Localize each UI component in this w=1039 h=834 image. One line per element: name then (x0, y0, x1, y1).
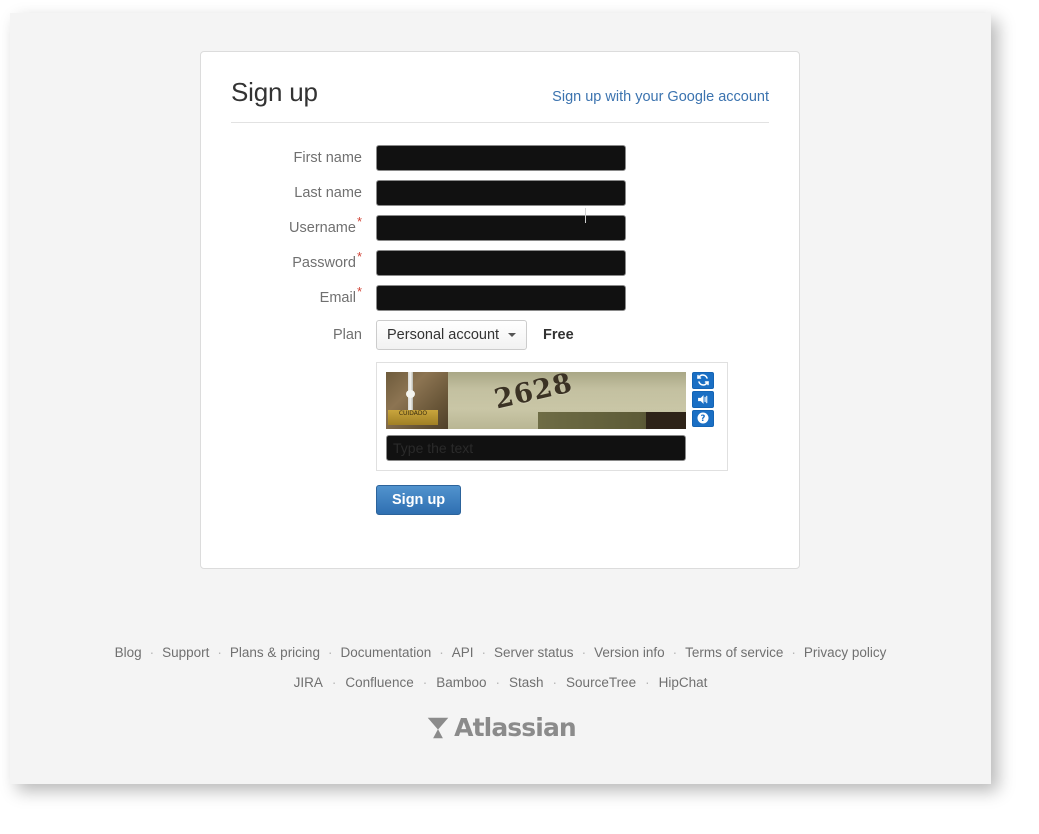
atlassian-mark-icon (427, 717, 449, 738)
footer-link-server-status[interactable]: Server status (493, 645, 575, 660)
captcha-row: CUIDADO 2628 ? Type the text (231, 361, 769, 471)
captcha-box: CUIDADO 2628 ? Type the text (376, 361, 728, 471)
footer-link-confluence[interactable]: Confluence (344, 675, 414, 690)
svg-text:?: ? (701, 414, 706, 424)
form-row-email: Email* (231, 284, 769, 311)
footer-links-primary: Blog · Support · Plans & pricing · Documentati… (10, 643, 991, 663)
footer-link-api[interactable]: API (451, 645, 475, 660)
footer-link-privacy-policy[interactable]: Privacy policy (803, 645, 888, 660)
refresh-icon[interactable] (692, 371, 714, 389)
footer-link-documentation[interactable]: Documentation (339, 645, 432, 660)
form-row-first-name: First name (231, 144, 769, 171)
footer-separator: · (149, 645, 155, 660)
footer-link-support[interactable]: Support (161, 645, 210, 660)
captcha-dark-right (646, 411, 686, 429)
captcha-knob (406, 389, 415, 398)
footer-separator: · (422, 675, 428, 690)
plan-label: Plan (332, 326, 362, 343)
footer-separator: · (327, 645, 333, 660)
footer-separator: · (331, 675, 337, 690)
page-title: Sign up (231, 77, 318, 107)
submit-row: Sign up (231, 484, 769, 541)
field-label: Last name (294, 184, 362, 201)
footer-link-jira[interactable]: JIRA (293, 675, 324, 690)
required-marker: * (356, 214, 362, 230)
plan-select[interactable]: Personal account (376, 319, 528, 350)
footer-separator: · (581, 645, 587, 660)
footer-link-stash[interactable]: Stash (508, 675, 545, 690)
card-header: Sign up Sign up with your Google account (231, 77, 769, 122)
footer-link-sourcetree[interactable]: SourceTree (565, 675, 637, 690)
footer-link-hipchat[interactable]: HipChat (658, 675, 709, 690)
plan-row: Plan Personal account Free (231, 319, 769, 350)
footer: Blog · Support · Plans & pricing · Documentati… (10, 643, 991, 742)
footer-link-terms-of-service[interactable]: Terms of service (684, 645, 784, 660)
atlassian-logo: Atlassian (10, 713, 991, 742)
form-row-username: Username* (231, 214, 769, 241)
footer-separator: · (495, 675, 501, 690)
footer-separator: · (439, 645, 444, 660)
footer-link-plans-pricing[interactable]: Plans & pricing (229, 645, 321, 660)
footer-separator: · (791, 645, 796, 660)
signup-form: First name Last name Username* Password* Ema… (231, 144, 769, 311)
field-label: Password* (292, 249, 362, 271)
last-name-input[interactable] (376, 179, 626, 206)
field-label: First name (293, 149, 363, 166)
field-label: Username* (289, 214, 362, 236)
required-marker: * (356, 284, 362, 300)
audio-icon[interactable] (692, 390, 714, 408)
footer-link-blog[interactable]: Blog (114, 645, 143, 660)
atlassian-logo-text: Atlassian (454, 713, 577, 742)
google-signup-link[interactable]: Sign up with your Google account (552, 89, 769, 105)
captcha-buttons: ? (692, 371, 714, 427)
captcha-sign-text: CUIDADO (388, 409, 438, 425)
help-icon[interactable]: ? (692, 409, 714, 427)
username-input[interactable] (376, 214, 626, 241)
text-caret (585, 208, 586, 223)
footer-separator: · (645, 675, 650, 690)
first-name-input[interactable] (376, 144, 626, 171)
captcha-input[interactable] (386, 434, 686, 461)
form-row-last-name: Last name (231, 179, 769, 206)
password-input[interactable] (376, 249, 626, 276)
footer-links-products: JIRA · Confluence · Bamboo · Stash · SourceTree ·… (10, 673, 991, 693)
captcha-image: CUIDADO 2628 (386, 371, 686, 429)
required-marker: * (356, 249, 362, 265)
plan-select-value: Personal account (387, 326, 500, 343)
chevron-down-icon (508, 332, 517, 337)
footer-separator: · (481, 645, 487, 660)
header-divider (231, 121, 769, 123)
signup-card: Sign up Sign up with your Google account… (200, 51, 800, 569)
captcha-top: CUIDADO 2628 ? (386, 371, 718, 429)
form-row-password: Password* (231, 249, 769, 276)
plan-price: Free (543, 326, 574, 343)
footer-separator: · (552, 675, 558, 690)
footer-separator: · (672, 645, 678, 660)
captcha-spacer (231, 362, 376, 471)
signup-button[interactable]: Sign up (376, 484, 462, 515)
browser-viewport: Sign up Sign up with your Google account… (10, 13, 991, 784)
email-input[interactable] (376, 284, 626, 311)
footer-link-bamboo[interactable]: Bamboo (435, 675, 487, 690)
footer-separator: · (217, 645, 222, 660)
footer-link-version-info[interactable]: Version info (593, 645, 666, 660)
field-label: Email* (319, 284, 362, 306)
